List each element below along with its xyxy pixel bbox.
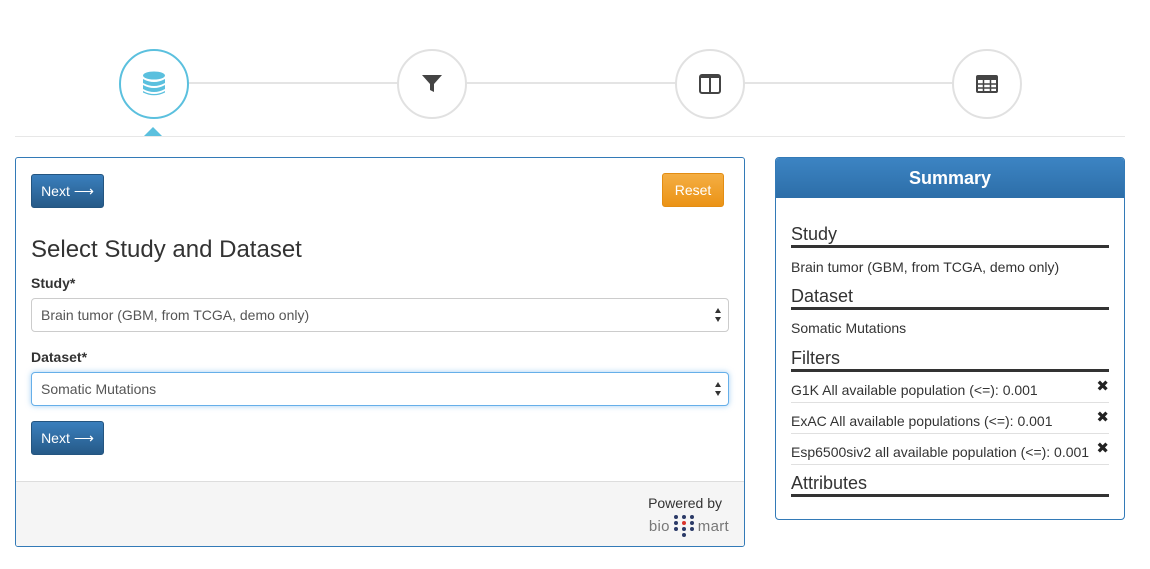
summary-filters-heading: Filters [791,348,1109,372]
step-results[interactable] [952,49,1022,119]
close-icon[interactable]: ✖ [1096,408,1109,426]
select-caret-icon [714,308,722,322]
summary-dataset-value: Somatic Mutations [791,320,907,336]
study-label: Study* [31,275,76,291]
next-button-top[interactable]: Next ⟶ [31,174,104,208]
filter-item: Esp6500siv2 all available population (<=… [791,439,1109,465]
page-title: Select Study and Dataset [31,236,302,263]
close-icon[interactable]: ✖ [1096,439,1109,457]
summary-panel: Summary Study Brain tumor (GBM, from TCG… [775,157,1125,520]
close-icon[interactable]: ✖ [1096,377,1109,395]
arrow-right-icon: ⟶ [73,429,94,446]
biomart-dots-icon [673,515,694,537]
dataset-select[interactable]: Somatic Mutations [31,372,729,406]
table-icon [976,75,998,93]
step-dataset[interactable] [119,49,189,119]
biomart-logo-left: bio [648,517,670,535]
filter-item: ExAC All available populations (<=): 0.0… [791,408,1109,434]
reset-button-label: Reset [674,182,712,198]
biomart-logo-right: mart [697,517,729,535]
step-filters[interactable] [397,49,467,119]
select-caret-icon [714,382,722,396]
next-button-label: Next [41,430,70,446]
database-icon [143,71,165,96]
summary-study-heading: Study [791,224,1109,248]
next-button-label: Next [41,183,70,199]
study-select-value: Brain tumor (GBM, from TCGA, demo only) [41,307,310,323]
biomart-logo[interactable]: bio mart [649,514,729,538]
arrow-right-icon: ⟶ [73,182,94,199]
step-connector [744,82,954,84]
panel-footer: Powered by bio mart [16,481,744,546]
study-select[interactable]: Brain tumor (GBM, from TCGA, demo only) [31,298,729,332]
next-button-bottom[interactable]: Next ⟶ [31,421,104,455]
summary-dataset-heading: Dataset [791,286,1109,310]
dataset-panel: Next ⟶ Reset Select Study and Dataset St… [15,157,745,547]
step-connector [188,82,398,84]
columns-icon [699,74,721,94]
dataset-select-value: Somatic Mutations [41,381,157,397]
filter-icon [422,75,442,92]
summary-attributes-heading: Attributes [791,473,1109,497]
filter-item-text: ExAC All available populations (<=): 0.0… [791,413,1053,429]
filter-item-text: G1K All available population (<=): 0.001 [791,382,1038,398]
step-attributes[interactable] [675,49,745,119]
summary-header: Summary [776,158,1124,198]
steps-divider [15,136,1125,137]
summary-study-value: Brain tumor (GBM, from TCGA, demo only) [791,259,1060,275]
summary-title: Summary [908,167,992,188]
filter-item-text: Esp6500siv2 all available population (<=… [791,444,1090,460]
wizard-steps [0,0,1150,140]
powered-by-text: Powered by [648,495,722,511]
reset-button[interactable]: Reset [662,173,724,207]
dataset-label: Dataset* [31,349,88,365]
filter-item: G1K All available population (<=): 0.001… [791,377,1109,403]
step-connector [466,82,676,84]
